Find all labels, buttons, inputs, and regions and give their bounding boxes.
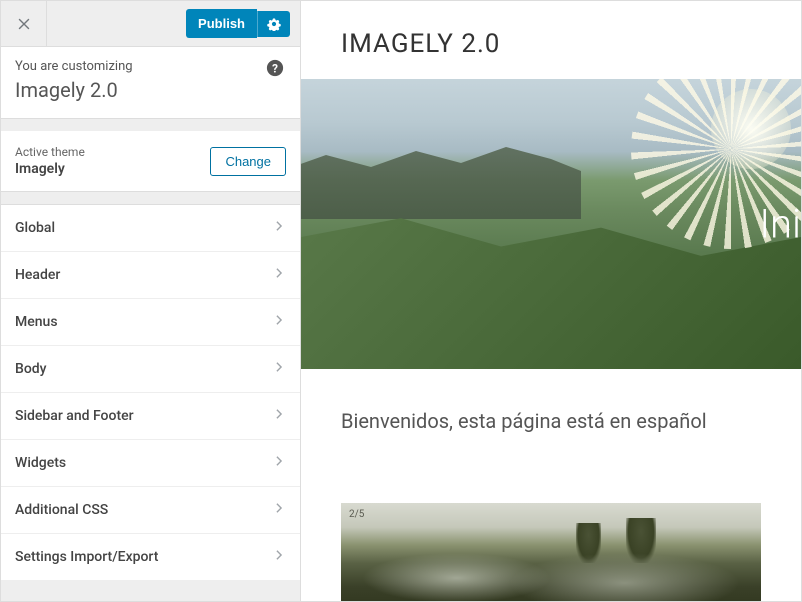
customizer-sections: Global Header Menus Body Sidebar and Footer W… [1,204,300,581]
close-button[interactable] [1,1,47,47]
hero-image: Ini [301,79,801,369]
section-label: Body [15,361,47,377]
site-title: Imagely 2.0 [15,78,286,102]
customizer-sidebar: Publish You are customizing Imagely 2.0 … [1,1,301,601]
section-item-additional-css[interactable]: Additional CSS [1,487,300,534]
publish-button[interactable]: Publish [186,9,257,38]
chevron-right-icon [272,548,286,566]
section-item-body[interactable]: Body [1,346,300,393]
page-heading: Bienvenidos, esta página está en español [341,409,761,433]
top-actions-bar: Publish [1,1,300,47]
section-label: Header [15,267,60,283]
customizer-app: Publish You are customizing Imagely 2.0 … [0,0,802,602]
section-item-widgets[interactable]: Widgets [1,440,300,487]
image-counter: 2/5 [349,509,364,520]
section-label: Additional CSS [15,502,108,518]
svg-text:?: ? [272,62,278,76]
help-icon: ? [266,59,284,77]
customizing-label: You are customizing [15,59,286,74]
chevron-right-icon [272,266,286,284]
chevron-right-icon [272,501,286,519]
section-label: Global [15,220,55,236]
section-label: Sidebar and Footer [15,408,134,424]
site-preview[interactable]: IMAGELY 2.0 Ini Bienvenidos, esta página… [301,1,801,601]
chevron-right-icon [272,407,286,425]
content-image: 2/5 [341,503,761,601]
customizing-info: You are customizing Imagely 2.0 ? [1,47,300,119]
section-item-sidebar-and-footer[interactable]: Sidebar and Footer [1,393,300,440]
chevron-right-icon [272,454,286,472]
help-button[interactable]: ? [266,59,286,79]
section-item-global[interactable]: Global [1,205,300,252]
change-theme-button[interactable]: Change [210,147,286,176]
chevron-right-icon [272,360,286,378]
section-label: Widgets [15,455,66,471]
chevron-right-icon [272,219,286,237]
active-theme-label: Active theme [15,145,85,159]
preview-site-title: IMAGELY 2.0 [341,29,761,59]
section-label: Menus [15,314,58,330]
hero-text-fragment: Ini [759,201,801,248]
close-icon [17,17,31,31]
chevron-right-icon [272,313,286,331]
section-item-header[interactable]: Header [1,252,300,299]
section-item-menus[interactable]: Menus [1,299,300,346]
gear-icon [267,17,281,31]
preview-header: IMAGELY 2.0 [301,1,801,79]
active-theme-name: Imagely [15,161,85,177]
active-theme-panel: Active theme Imagely Change [1,131,300,192]
section-label: Settings Import/Export [15,549,158,565]
publish-settings-button[interactable] [257,11,290,37]
section-item-settings-import-export[interactable]: Settings Import/Export [1,534,300,581]
